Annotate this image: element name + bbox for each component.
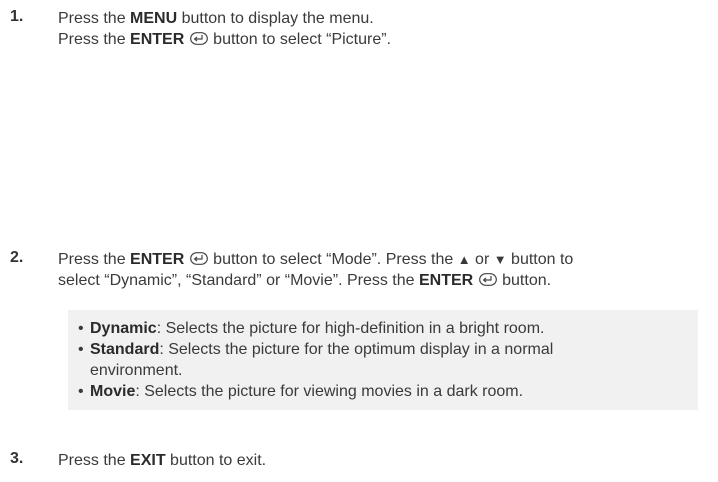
enter-button-label: ENTER xyxy=(419,272,474,289)
step-line: select “Dynamic”, “Standard” or “Movie”.… xyxy=(58,270,706,291)
mode-name: Movie xyxy=(90,383,136,400)
enter-return-icon xyxy=(478,273,497,286)
mode-desc: : Selects the picture for high-definitio… xyxy=(156,320,545,337)
enter-return-icon xyxy=(189,32,208,45)
text: Press the xyxy=(58,10,131,27)
mode-name: Dynamic xyxy=(90,320,157,337)
mode-item-dynamic: • Dynamic: Selects the picture for high-d… xyxy=(68,318,698,339)
text: select “Dynamic”, “Standard” or “Movie”.… xyxy=(58,272,419,289)
bullet: • xyxy=(78,383,84,400)
step-text: Press the ENTER button to select “Mode”.… xyxy=(58,249,706,291)
step-text: Press the MENU button to display the men… xyxy=(58,8,706,50)
mode-item-standard: • Standard: Selects the picture for the o… xyxy=(68,339,698,381)
step-line: Press the MENU button to display the men… xyxy=(58,8,706,29)
mode-desc-continued: environment. xyxy=(90,362,183,379)
enter-return-icon xyxy=(189,252,208,265)
up-triangle-icon: ▲ xyxy=(457,252,471,267)
enter-button-label: ENTER xyxy=(130,31,185,48)
step-number: 1. xyxy=(10,8,24,25)
step-line: Press the EXIT button to exit. xyxy=(58,450,706,471)
text: button. xyxy=(497,272,552,289)
down-triangle-icon: ▼ xyxy=(493,252,507,267)
step-number: 3. xyxy=(10,450,24,467)
mode-item-movie: • Movie: Selects the picture for viewing … xyxy=(68,381,698,402)
mode-description-box: • Dynamic: Selects the picture for high-d… xyxy=(68,310,698,410)
text: button to select “Mode”. Press the xyxy=(208,251,458,268)
mode-name: Standard xyxy=(90,341,160,358)
text: or xyxy=(470,251,494,268)
text: button to display the menu. xyxy=(177,10,374,27)
text: Press the xyxy=(58,251,131,268)
text: button to exit. xyxy=(165,452,267,469)
text: button to select “Picture”. xyxy=(208,31,392,48)
bullet: • xyxy=(78,320,84,337)
enter-button-label: ENTER xyxy=(130,251,185,268)
text: Press the xyxy=(58,452,131,469)
mode-desc: : Selects the picture for viewing movies… xyxy=(135,383,524,400)
menu-button-label: MENU xyxy=(130,10,178,27)
step-text: Press the EXIT button to exit. xyxy=(58,450,706,471)
bullet: • xyxy=(78,341,84,358)
step-number: 2. xyxy=(10,249,24,266)
text: Press the xyxy=(58,31,131,48)
mode-desc: : Selects the picture for the optimum di… xyxy=(159,341,554,358)
exit-button-label: EXIT xyxy=(130,452,166,469)
step-line: Press the ENTER button to select “Mode”.… xyxy=(58,249,706,270)
text: button to xyxy=(506,251,574,268)
step-line: Press the ENTER button to select “Pictur… xyxy=(58,29,706,50)
